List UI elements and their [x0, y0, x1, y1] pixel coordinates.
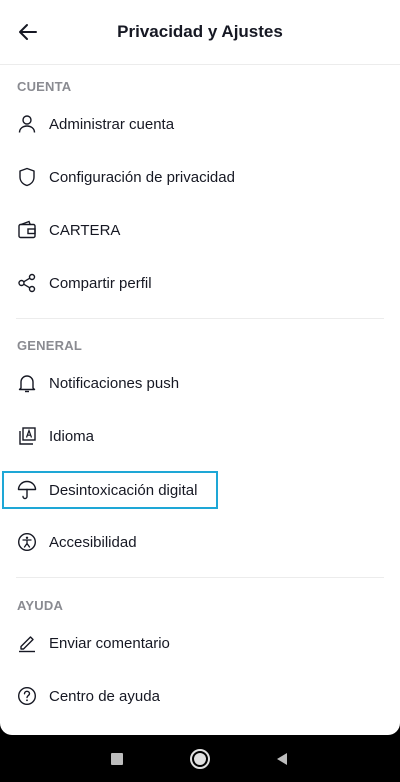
menu-item-notificaciones-push[interactable]: Notificaciones push — [0, 361, 400, 405]
menu-item-accesibilidad[interactable]: Accesibilidad — [0, 520, 400, 564]
header: Privacidad y Ajustes — [0, 0, 400, 65]
triangle-back-icon — [277, 753, 287, 765]
umbrella-icon — [17, 480, 37, 500]
bell-icon — [17, 373, 37, 393]
divider — [16, 318, 384, 319]
menu-item-centro-ayuda[interactable]: Centro de ayuda — [0, 674, 400, 718]
menu-item-administrar-cuenta[interactable]: Administrar cuenta — [0, 102, 400, 146]
menu-item-label: Centro de ayuda — [49, 687, 160, 705]
share-icon — [17, 273, 37, 293]
section-label-cuenta: CUENTA — [17, 79, 72, 94]
system-nav-bar — [0, 735, 400, 782]
divider — [16, 577, 384, 578]
menu-item-label: Administrar cuenta — [49, 115, 175, 133]
home-circle-icon — [190, 749, 210, 769]
shield-icon — [17, 167, 37, 187]
menu-item-label: Accesibilidad — [49, 533, 137, 551]
menu-item-cartera[interactable]: CARTERA — [0, 208, 400, 252]
menu-item-enviar-comentario[interactable]: Enviar comentario — [0, 621, 400, 665]
language-icon — [17, 426, 37, 446]
menu-item-desintoxicacion-digital[interactable]: Desintoxicación digital — [0, 468, 400, 512]
help-icon — [17, 686, 37, 706]
pencil-icon — [17, 633, 37, 653]
accessibility-icon — [17, 532, 37, 552]
menu-item-label: Notificaciones push — [49, 374, 180, 392]
menu-item-label: Configuración de privacidad — [49, 168, 235, 186]
recents-button[interactable] — [105, 747, 129, 771]
menu-item-label: Idioma — [49, 427, 95, 445]
menu-item-label: Enviar comentario — [49, 634, 170, 652]
settings-screen: Privacidad y Ajustes CUENTA Administrar … — [0, 0, 400, 735]
menu-item-label: Desintoxicación digital — [49, 481, 198, 499]
section-label-ayuda: AYUDA — [17, 598, 64, 613]
back-nav-button[interactable] — [270, 747, 294, 771]
menu-item-configuracion-privacidad[interactable]: Configuración de privacidad — [0, 155, 400, 199]
page-title: Privacidad y Ajustes — [117, 22, 283, 41]
menu-item-idioma[interactable]: Idioma — [0, 414, 400, 458]
wallet-icon — [17, 220, 37, 240]
menu-item-compartir-perfil[interactable]: Compartir perfil — [0, 261, 400, 305]
section-label-general: GENERAL — [17, 338, 82, 353]
menu-item-label: CARTERA — [49, 221, 121, 239]
menu-item-label: Compartir perfil — [49, 274, 152, 292]
square-icon — [111, 753, 123, 765]
person-icon — [17, 114, 37, 134]
home-button[interactable] — [188, 747, 212, 771]
